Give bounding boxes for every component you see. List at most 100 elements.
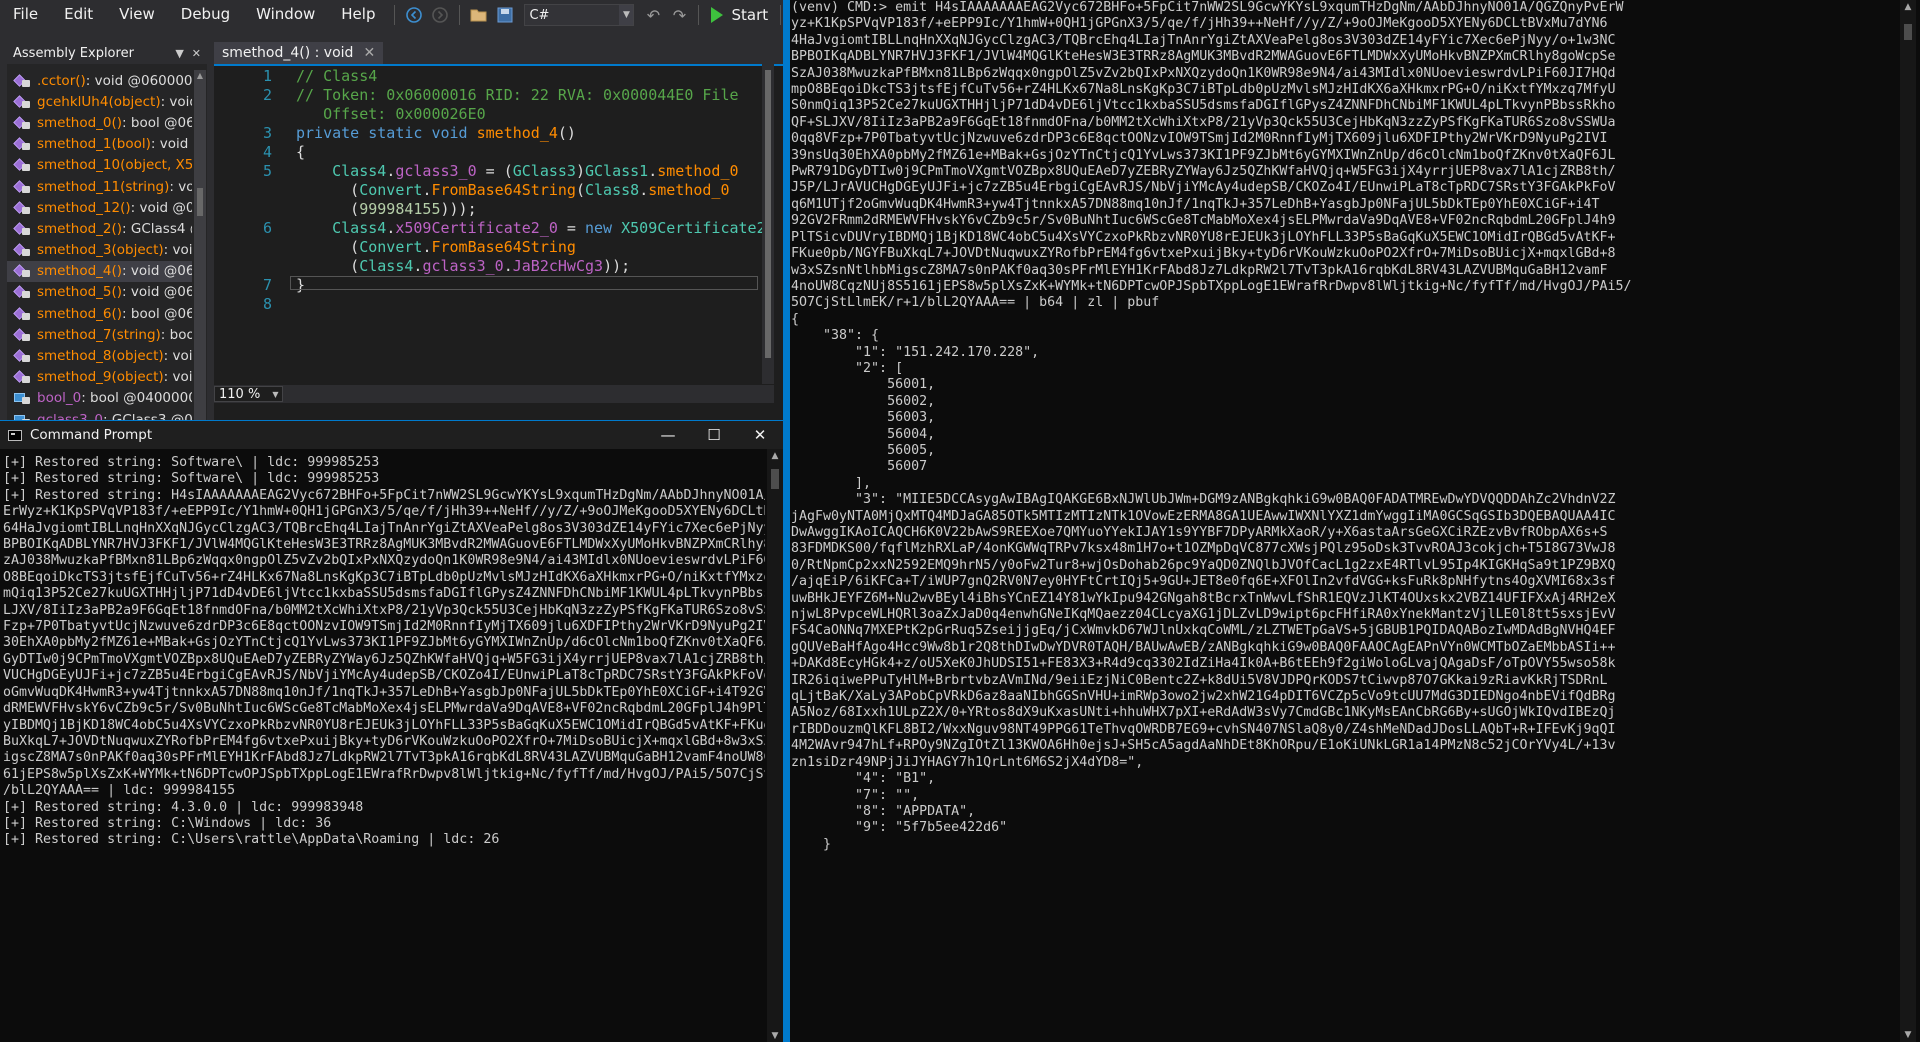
command-prompt-scrollbar[interactable]: ▲ ▼ (767, 449, 783, 1042)
terminal-line: uwBHkJEYFZ6M+Nu2wvBEyl4iBhsYCnEZ14Y81wYk… (791, 590, 1616, 606)
toolbar-separator (780, 5, 782, 25)
terminal-line: zn1siDzr49NPjJiJYHAGY7h1QrLnt6M6S2jX4dYD… (791, 754, 1144, 770)
scroll-up-icon[interactable]: ▲ (767, 451, 783, 461)
method-icon (13, 328, 31, 342)
scroll-down-icon[interactable]: ▼ (767, 1031, 783, 1041)
line-number: 4 (262, 143, 272, 161)
menu-help[interactable]: Help (328, 0, 388, 30)
tree-item[interactable]: smethod_12() : void @06000 (7, 197, 192, 218)
start-button[interactable]: Start (705, 2, 774, 28)
terminal-line: FS4CaONNq7MXEPtK2pGrRuq5ZseijjgEq/jCxWmv… (791, 623, 1616, 639)
terminal-line: BPBOIKqADBLYNR7HVJ3FKF1/JVlW4MQGlKteHesW… (791, 49, 1616, 65)
tree-item[interactable]: smethod_8(object) : void @0 (7, 345, 192, 366)
tree-item[interactable]: gcehklUh4(object) : void @0 (7, 91, 192, 112)
save-icon[interactable] (492, 2, 518, 28)
tree-item[interactable]: smethod_6() : bool @06000 (7, 303, 192, 324)
tree-item-name: bool_0 (37, 390, 82, 407)
terminal-line: mQiq13P52Ce27kuUGXTHHjljP71dD4vDE6ljVtcc… (3, 586, 765, 602)
terminal-line: qLjtBaK/XaLy3APobCpVRkD6az8aaNIbhGGSnVHU… (791, 689, 1616, 705)
code-line: Offset: 0x000026E0 (214, 105, 486, 124)
method-icon (13, 349, 31, 363)
right-terminal-window: (venv) CMD:> emit H4sIAAAAAAAEAG2Vyc672B… (790, 0, 1920, 1042)
redo-icon[interactable]: ↷ (666, 2, 692, 28)
tree-item[interactable]: smethod_11(string) : void @ (7, 176, 192, 197)
menu-file[interactable]: File (0, 0, 51, 30)
editor-vertical-scrollbar[interactable] (762, 58, 774, 384)
terminal-icon (8, 429, 22, 441)
scroll-up-icon[interactable]: ▲ (1900, 2, 1916, 12)
menu-edit[interactable]: Edit (51, 0, 106, 30)
command-prompt-output[interactable]: [+] Restored string: Software\ | ldc: 99… (3, 455, 765, 1040)
chevron-down-icon: ▼ (619, 5, 634, 25)
terminal-line: w3xSZsnNtlhbMigscZ8MA7s0nPAKf0aq30sPFrMl… (791, 262, 1608, 278)
tree-item[interactable]: bool_0 : bool @04000007 (7, 388, 192, 409)
scrollbar-thumb[interactable] (765, 70, 771, 358)
method-icon (13, 200, 31, 215)
scroll-up-icon[interactable]: ▲ (194, 70, 206, 82)
terminal-line: VUCHgDGEyUJFi+jc7zZB5u4ErbgiCgEAvRJS/NbV… (3, 668, 765, 684)
tree-item-name: smethod_3(object) (37, 242, 164, 259)
method-icon (13, 222, 31, 236)
scrollbar-thumb[interactable] (1904, 24, 1912, 40)
close-icon[interactable]: ✕ (192, 47, 201, 60)
code-text: Class4.x509Certificate2_0 = new X509Cert… (332, 219, 766, 237)
lock-icon (22, 164, 30, 172)
minimize-button[interactable]: — (645, 421, 691, 449)
tree-item-name: smethod_1(bool) (37, 136, 151, 153)
lock-icon (22, 270, 30, 278)
terminal-line: J5P/LJrAVUCHgDGEyUJFi+jc7zZB5u4ErbgiCgEA… (791, 180, 1616, 196)
tree-item[interactable]: smethod_3(object) : void @0 (7, 240, 192, 261)
tree-item-signature: : void @0 (163, 369, 192, 386)
tree-item-signature: : void @060000 (122, 263, 192, 280)
zoom-select[interactable]: 110 % ▼ (214, 386, 284, 402)
dropdown-icon[interactable]: ▼ (175, 47, 183, 60)
tree-item[interactable]: smethod_7(string) : bool @0 (7, 324, 192, 345)
assembly-vertical-scrollbar[interactable]: ▲ ▼ (194, 70, 206, 470)
tree-item[interactable]: smethod_5() : void @060000 (7, 282, 192, 303)
tab-smethod-4[interactable]: smethod_4() : void ✕ (214, 42, 384, 64)
right-terminal-output[interactable]: (venv) CMD:> emit H4sIAAAAAAAEAG2Vyc672B… (791, 0, 1896, 1042)
tree-item[interactable]: smethod_1(bool) : void @06 (7, 134, 192, 155)
tree-item[interactable]: smethod_0() : bool @06000 (7, 112, 192, 133)
scrollbar-thumb[interactable] (197, 188, 203, 216)
forward-icon[interactable] (427, 2, 453, 28)
line-number: 3 (262, 124, 272, 142)
open-folder-icon[interactable] (466, 2, 492, 28)
close-tab-icon[interactable]: ✕ (363, 45, 375, 61)
terminal-line: BPBOIKqADBLYNR7HVJ3FKF1/JVlW4MQGlKteHesW… (3, 537, 765, 553)
terminal-line: 56004, (791, 426, 936, 442)
line-number: 5 (262, 162, 272, 180)
method-icon (13, 370, 31, 384)
code-text: Offset: 0x000026E0 (296, 105, 486, 123)
close-button[interactable]: ✕ (737, 421, 783, 449)
maximize-button[interactable]: ☐ (691, 421, 737, 449)
menu-view[interactable]: View (106, 0, 168, 30)
tree-item[interactable]: smethod_9(object) : void @0 (7, 367, 192, 388)
terminal-line: QF+SLJXV/8IiIz3aPB2a9F6GqEt18fnmdOFna/b0… (791, 114, 1616, 130)
tree-item-name: gcehklUh4(object) (37, 93, 161, 110)
back-icon[interactable] (401, 2, 427, 28)
right-terminal-scrollbar[interactable]: ▲ ▼ (1900, 0, 1916, 1042)
terminal-line: gQUVeBaHfAgo4Hcc9Ww8b1r2Q8thDIwDwYDVR0TA… (791, 639, 1616, 655)
terminal-line: ErWyz+K1KpSPVqVP183f/+eEPP9Ic/Y1hmW+0QH1… (3, 504, 765, 520)
tree-item[interactable]: smethod_10(object, X509Ce (7, 155, 192, 176)
code-line: 5 Class4.gclass3_0 = (GClass3)GClass1.sm… (214, 162, 739, 181)
tree-item-name: smethod_6() (37, 305, 123, 322)
menu-window[interactable]: Window (243, 0, 328, 30)
terminal-line: 64HaJvgiomtIBLLnqHnXXqNJGycClzgAC3/TQBrc… (3, 520, 765, 536)
scrollbar-thumb[interactable] (771, 469, 779, 489)
menu-debug[interactable]: Debug (168, 0, 243, 30)
method-icon (13, 73, 31, 88)
code-line: 1 // Class4 (214, 67, 377, 86)
tree-item[interactable]: smethod_4() : void @060000 (7, 260, 192, 282)
tree-item[interactable]: smethod_2() : GClass4 @060 (7, 218, 192, 239)
method-icon (13, 158, 31, 172)
tree-item[interactable]: .cctor() : void @06000011 (7, 70, 192, 91)
undo-icon[interactable]: ↶ (640, 2, 666, 28)
terminal-line: "38": { (791, 328, 880, 344)
lock-icon (22, 355, 30, 363)
scroll-down-icon[interactable]: ▼ (1900, 1030, 1916, 1040)
window-divider (783, 0, 790, 1042)
terminal-line: "8": "APPDATA", (791, 803, 976, 819)
language-select[interactable]: C# ▼ (524, 4, 635, 26)
